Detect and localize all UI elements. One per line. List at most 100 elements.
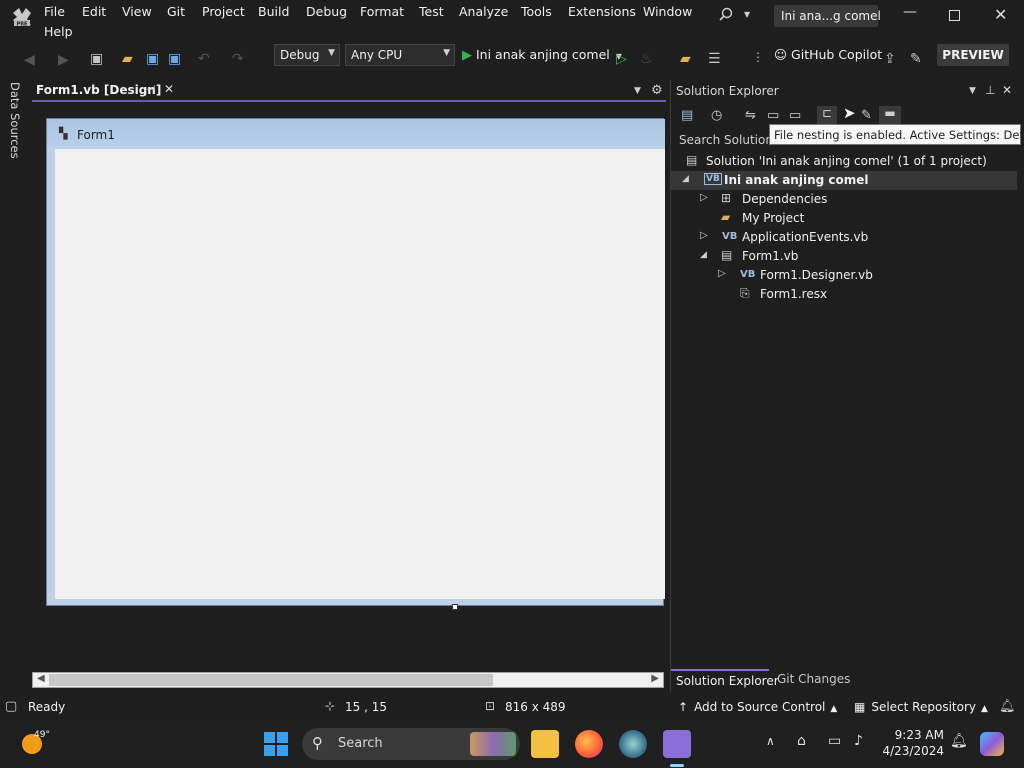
solution-title-badge[interactable]: Ini ana...g comel: [774, 5, 881, 27]
pin-panel-icon[interactable]: ⊥: [985, 83, 995, 97]
browse-icon[interactable]: ▰: [680, 52, 691, 66]
resize-handle[interactable]: [452, 604, 458, 610]
tree-item-form1[interactable]: ◢ ▤ Form1.vb: [671, 247, 1017, 266]
share-icon[interactable]: ⇪: [884, 52, 896, 66]
add-to-source-control-button[interactable]: ↑ Add to Source Control ▲: [678, 700, 837, 714]
expanded-triangle-icon[interactable]: ◢: [700, 250, 707, 260]
scroll-thumb[interactable]: [49, 674, 493, 686]
firefox-icon[interactable]: [575, 730, 603, 758]
close-panel-icon[interactable]: ✕: [1002, 83, 1012, 97]
tree-item-project[interactable]: ◢ VB Ini anak anjing comel: [671, 171, 1017, 190]
collapsed-triangle-icon[interactable]: ▷: [718, 268, 726, 279]
menu-help[interactable]: Help: [44, 24, 73, 39]
expanded-triangle-icon[interactable]: ◢: [682, 174, 689, 184]
undo-icon[interactable]: ↶: [198, 52, 210, 66]
output-icon[interactable]: ▢: [5, 699, 17, 714]
pin-icon[interactable]: ⊣: [146, 83, 156, 96]
file-nesting-icon[interactable]: ⊏: [817, 106, 837, 124]
menu-project[interactable]: Project: [202, 4, 245, 19]
select-repository-button[interactable]: ▦ Select Repository ▲: [854, 700, 988, 714]
form1-window[interactable]: ▚ Form1: [46, 118, 665, 606]
file-explorer-icon[interactable]: [531, 730, 559, 758]
menu-extensions[interactable]: Extensions: [568, 4, 636, 19]
menu-file[interactable]: File: [44, 4, 65, 19]
tree-item-form1-resx[interactable]: ⎘ Form1.resx: [671, 285, 1017, 304]
search-dropdown-icon[interactable]: ▼: [744, 10, 750, 19]
tree-item-dependencies[interactable]: ▷ ⊞ Dependencies: [671, 190, 1017, 209]
tab-list-dropdown-icon[interactable]: ▼: [634, 86, 641, 96]
copilot-taskbar-icon[interactable]: [980, 732, 1004, 756]
tab-git-changes[interactable]: Git Changes: [771, 671, 851, 690]
vs-logo-icon[interactable]: PRE: [10, 5, 34, 29]
menu-edit[interactable]: Edit: [82, 4, 106, 19]
menu-build[interactable]: Build: [258, 4, 289, 19]
volume-muted-icon[interactable]: ♪: [854, 733, 863, 749]
notification-center-icon[interactable]: 🔔︎: [950, 733, 968, 749]
navigate-back-icon[interactable]: ◀: [24, 53, 35, 67]
menu-analyze[interactable]: Analyze: [459, 4, 508, 19]
hot-reload-icon[interactable]: ♨: [640, 52, 653, 66]
open-folder-icon[interactable]: ▰: [122, 52, 133, 66]
data-sources-tab[interactable]: Data Sources: [8, 82, 22, 162]
toolbar-overflow-icon[interactable]: ⋮: [752, 50, 764, 64]
clock[interactable]: 9:23 AM 4/23/2024: [880, 727, 944, 759]
save-all-icon[interactable]: ▣: [168, 52, 181, 66]
tree-item-application-events[interactable]: ▷ VB ApplicationEvents.vb: [671, 228, 1017, 247]
preview-selected-icon[interactable]: ▬: [879, 106, 901, 124]
scroll-right-icon[interactable]: ▶: [651, 673, 659, 684]
tree-item-form1-designer[interactable]: ▷ VB Form1.Designer.vb: [671, 266, 1017, 285]
minimize-button[interactable]: —: [903, 4, 917, 20]
search-icon[interactable]: [718, 7, 734, 23]
network-icon[interactable]: ⌂: [797, 733, 806, 749]
menu-debug[interactable]: Debug: [306, 4, 347, 19]
start-button[interactable]: [264, 732, 288, 756]
history-icon[interactable]: ◷: [711, 108, 722, 123]
platform-select[interactable]: Any CPU ▼: [345, 44, 455, 66]
collapsed-triangle-icon[interactable]: ▷: [700, 192, 708, 203]
restore-button[interactable]: [949, 10, 960, 21]
redo-icon[interactable]: ↷: [232, 52, 244, 66]
show-hidden-icons-icon[interactable]: ∧: [766, 734, 775, 748]
tab-form1-design[interactable]: Form1.vb [Design] ⊣ ✕: [32, 80, 182, 102]
menu-git[interactable]: Git: [167, 4, 185, 19]
browser-icon[interactable]: [619, 730, 647, 758]
github-copilot-button[interactable]: ☺ GitHub Copilot: [774, 47, 882, 62]
new-project-icon[interactable]: ▣: [90, 52, 103, 66]
close-window-button[interactable]: ✕: [994, 5, 1007, 24]
notifications-bell-icon[interactable]: 🔔︎: [999, 699, 1016, 714]
weather-widget[interactable]: 49°: [20, 730, 60, 760]
settings-gear-icon[interactable]: ⚙: [651, 83, 663, 98]
tree-item-solution[interactable]: ▤ Solution 'Ini anak anjing comel' (1 of…: [671, 152, 1017, 171]
configuration-select[interactable]: Debug ▼: [274, 44, 340, 66]
close-tab-icon[interactable]: ✕: [164, 82, 174, 96]
show-all-files-icon[interactable]: ▭: [789, 108, 801, 123]
platform-value: Any CPU: [351, 48, 403, 62]
sync-icon[interactable]: ⇋: [745, 108, 756, 123]
menu-format[interactable]: Format: [360, 4, 404, 19]
preview-badge[interactable]: PREVIEW: [937, 44, 1009, 66]
tree-item-my-project[interactable]: ▰ My Project: [671, 209, 1017, 228]
layout-icon[interactable]: ☰: [708, 52, 721, 66]
form1-client-area[interactable]: [55, 149, 665, 599]
display-icon[interactable]: ▭: [828, 733, 841, 749]
menu-tools[interactable]: Tools: [521, 4, 552, 19]
feedback-icon[interactable]: ✎: [910, 52, 922, 66]
menu-window[interactable]: Window: [643, 4, 692, 19]
collapse-all-icon[interactable]: ▭: [767, 108, 779, 123]
start-debugging-button[interactable]: ▶ Ini anak anjing comel ▼: [462, 47, 622, 67]
tab-solution-explorer[interactable]: Solution Explorer: [671, 669, 779, 690]
horizontal-scrollbar[interactable]: ◀ ▶: [32, 672, 664, 688]
properties-wrench-icon[interactable]: ✎: [861, 108, 872, 123]
search-solution-input[interactable]: Search Solution E: [675, 130, 775, 150]
taskbar-search-box[interactable]: ⚲ Search: [302, 728, 520, 760]
panel-dropdown-icon[interactable]: ▼: [969, 86, 976, 96]
switch-views-icon[interactable]: ▤: [681, 108, 693, 123]
visual-studio-icon[interactable]: [663, 730, 691, 758]
start-without-debugging-icon[interactable]: ▷: [616, 52, 627, 66]
scroll-left-icon[interactable]: ◀: [37, 673, 45, 684]
collapsed-triangle-icon[interactable]: ▷: [700, 230, 708, 241]
menu-view[interactable]: View: [122, 4, 152, 19]
navigate-forward-icon[interactable]: ▶: [58, 53, 69, 67]
menu-test[interactable]: Test: [419, 4, 444, 19]
save-icon[interactable]: ▣: [146, 52, 159, 66]
